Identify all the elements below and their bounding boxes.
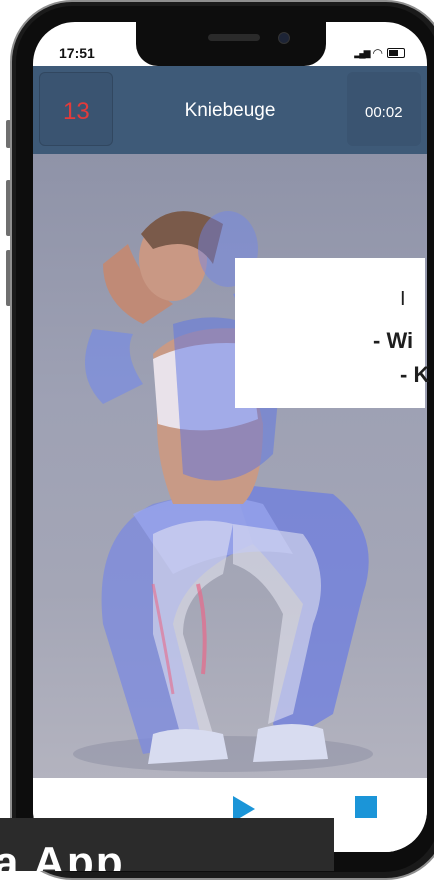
squat-figure-illustration — [73, 211, 373, 772]
exercise-header: 13 Kniebeuge 00:02 — [33, 66, 427, 154]
info-overlay-card: I - Wi - K — [235, 258, 429, 408]
overlay-line-3: - K — [400, 362, 430, 387]
wifi-icon: ◠ — [372, 46, 383, 60]
speaker-grille — [208, 34, 260, 41]
overlay-line-2: - Wi — [373, 328, 414, 353]
battery-icon — [387, 48, 405, 58]
overlay-line-1: I — [400, 288, 406, 310]
app-screen: 17:51 ▂▄▆ ◠ 13 Kniebeuge 00:02 — [33, 22, 427, 852]
timer-value: 00:02 — [365, 104, 403, 121]
phone-mockup: 17:51 ▂▄▆ ◠ 13 Kniebeuge 00:02 — [6, 0, 434, 880]
exercise-image — [33, 154, 427, 778]
signal-icon: ▂▄▆ — [354, 47, 370, 58]
banner-text: a App — [0, 838, 125, 871]
notch — [136, 22, 326, 66]
status-time: 17:51 — [59, 45, 95, 61]
stop-icon[interactable] — [355, 796, 377, 818]
exercise-timer: 00:02 — [347, 72, 421, 146]
front-camera — [278, 32, 290, 44]
status-icons: ▂▄▆ ◠ — [354, 46, 405, 60]
promo-banner: a App — [0, 818, 334, 871]
